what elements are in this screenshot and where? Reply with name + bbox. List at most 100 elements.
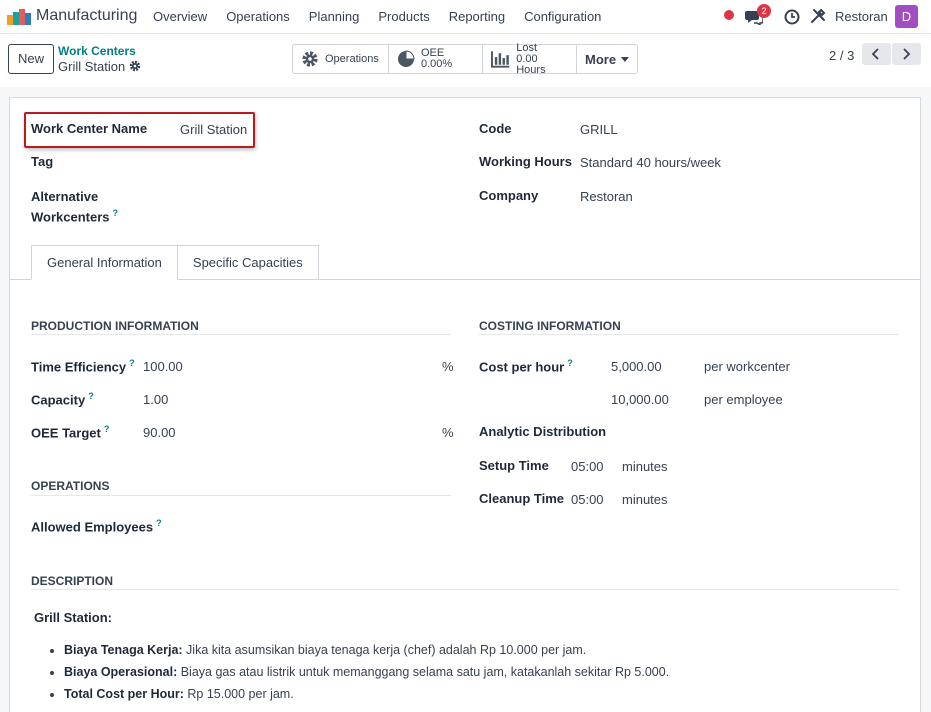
new-button[interactable]: New (8, 44, 54, 74)
cost-per-workcenter-unit: per workcenter (704, 359, 790, 374)
chevron-left-icon (871, 48, 879, 60)
control-panel: New Work Centers Grill Station Operation… (0, 34, 931, 87)
description-heading: DESCRIPTION (31, 574, 114, 588)
oee-target-label: OEE Target? (31, 424, 109, 440)
list-item-label: Biaya Operasional: (64, 665, 178, 679)
section-divider (31, 495, 451, 496)
activity-clock-icon[interactable] (784, 9, 800, 25)
time-efficiency-unit: % (442, 359, 454, 374)
work-center-name-label: Work Center Name (31, 121, 148, 136)
previous-record-button[interactable] (862, 43, 891, 65)
gear-icon (302, 51, 318, 67)
app-name[interactable]: Manufacturing (36, 7, 137, 25)
menu-operations[interactable]: Operations (226, 9, 290, 24)
main-menu: Overview Operations Planning Products Re… (153, 9, 601, 24)
cost-per-hour-text: Cost per hour (479, 359, 565, 375)
manufacturing-app-icon[interactable] (7, 8, 31, 25)
oee-target-field[interactable]: 90.00 (143, 425, 176, 440)
working-hours-label: Working Hours (479, 154, 572, 169)
more-label: More (585, 51, 617, 67)
alternative-workcenters-text: Workcenters (31, 209, 110, 225)
alternative-workcenters-label-line2: Workcenters? (31, 208, 118, 224)
section-divider (31, 334, 451, 335)
help-tooltip-icon[interactable]: ? (129, 358, 135, 368)
help-tooltip-icon[interactable]: ? (104, 424, 110, 434)
recording-indicator-icon[interactable] (724, 10, 734, 20)
analytic-distribution-label: Analytic Distribution (479, 424, 607, 439)
gear-icon[interactable] (128, 59, 142, 73)
company-field[interactable]: Restoran (580, 189, 633, 204)
tab-specific-capacities[interactable]: Specific Capacities (177, 245, 319, 280)
cleanup-time-field[interactable]: 05:00 (571, 492, 604, 507)
user-avatar[interactable]: D (895, 5, 918, 28)
menu-planning[interactable]: Planning (309, 9, 360, 24)
allowed-employees-text: Allowed Employees (31, 519, 154, 535)
smart-buttons: Operations OEE 0.00% Lost 0.00 Hours Mor… (292, 41, 638, 76)
list-item: Biaya Tenaga Kerja: Jika kita asumsikan … (64, 641, 669, 663)
notebook-tabs: General Information Specific Capacities (31, 245, 319, 280)
more-dropdown-button[interactable]: More (577, 45, 637, 73)
oee-target-text: OEE Target (31, 425, 101, 441)
list-item-label: Biaya Tenaga Kerja: (64, 643, 183, 657)
list-item-text: Rp 15.000 per jam. (183, 687, 294, 701)
list-item: Biaya Operasional: Biaya gas atau listri… (64, 663, 669, 685)
debug-tools-icon[interactable] (810, 8, 826, 24)
lost-stat-text: Lost 0.00 Hours (516, 41, 568, 76)
capacity-field[interactable]: 1.00 (143, 392, 168, 407)
cost-per-employee-field[interactable]: 10,000.00 (611, 392, 669, 407)
alternative-workcenters-label-line1: Alternative (31, 189, 99, 204)
setup-time-unit: minutes (622, 459, 668, 474)
company-switcher[interactable]: Restoran (835, 9, 888, 24)
chat-count-badge: 2 (757, 4, 771, 18)
breadcrumb-parent-link[interactable]: Work Centers (58, 44, 136, 58)
tab-general-information[interactable]: General Information (31, 245, 178, 280)
cost-per-hour-label: Cost per hour? (479, 358, 573, 374)
capacity-label: Capacity? (31, 391, 94, 407)
list-item-text: Jika kita asumsikan biaya tenaga kerja (… (182, 643, 587, 657)
code-field[interactable]: GRILL (580, 122, 618, 137)
lost-value: 0.00 Hours (516, 52, 546, 76)
list-item: Total Cost per Hour: Rp 15.000 per jam. (64, 685, 669, 707)
section-divider (479, 334, 899, 335)
list-item-text: Biaya gas atau listrik untuk memanggang … (177, 665, 670, 679)
cost-per-workcenter-field[interactable]: 5,000.00 (611, 359, 662, 374)
time-efficiency-label: Time Efficiency? (31, 358, 135, 374)
costing-information-heading: COSTING INFORMATION (479, 319, 621, 333)
time-efficiency-field[interactable]: 100.00 (143, 359, 183, 374)
bar-chart-icon (491, 51, 510, 68)
working-hours-field[interactable]: Standard 40 hours/week (580, 155, 721, 170)
work-center-name-field[interactable]: Grill Station (180, 122, 247, 137)
description-title: Grill Station: (34, 610, 112, 625)
company-label: Company (479, 188, 539, 203)
allowed-employees-label: Allowed Employees? (31, 518, 162, 534)
setup-time-label: Setup Time (479, 458, 549, 473)
capacity-text: Capacity (31, 392, 86, 408)
section-divider (31, 589, 899, 590)
help-tooltip-icon[interactable]: ? (567, 358, 573, 368)
tag-label: Tag (31, 154, 54, 169)
menu-products[interactable]: Products (378, 9, 429, 24)
description-list[interactable]: Biaya Tenaga Kerja: Jika kita asumsikan … (46, 641, 669, 707)
lost-label: Lost (516, 41, 538, 54)
menu-configuration[interactable]: Configuration (524, 9, 601, 24)
caret-down-icon (621, 56, 629, 62)
cleanup-time-label: Cleanup Time (479, 491, 565, 506)
pie-chart-icon (398, 50, 415, 67)
help-tooltip-icon[interactable]: ? (156, 518, 162, 528)
oee-target-unit: % (442, 425, 454, 440)
pager-value[interactable]: 2 / 3 (829, 48, 854, 63)
list-item-label: Total Cost per Hour: (64, 687, 184, 701)
chevron-right-icon (903, 48, 911, 60)
menu-overview[interactable]: Overview (153, 9, 207, 24)
operations-heading: OPERATIONS (31, 479, 110, 493)
operations-smart-button[interactable]: Operations (293, 45, 389, 73)
cost-per-employee-unit: per employee (704, 392, 783, 407)
next-record-button[interactable] (892, 43, 921, 65)
help-tooltip-icon[interactable]: ? (113, 208, 119, 218)
menu-reporting[interactable]: Reporting (449, 9, 505, 24)
oee-smart-button[interactable]: OEE 0.00% (389, 45, 483, 73)
help-tooltip-icon[interactable]: ? (88, 391, 94, 401)
oee-stat-text: OEE 0.00% (421, 48, 452, 70)
lost-smart-button[interactable]: Lost 0.00 Hours (483, 41, 577, 76)
setup-time-field[interactable]: 05:00 (571, 459, 604, 474)
